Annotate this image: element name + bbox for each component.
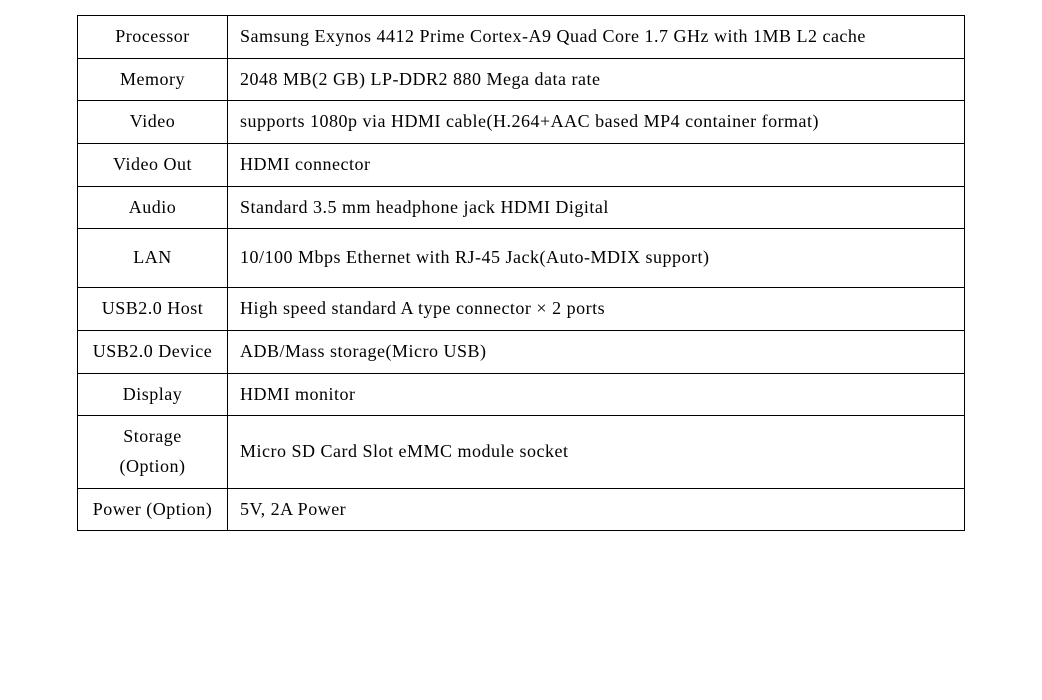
value-display: HDMI monitor (228, 373, 965, 416)
label-video-out-line2: Out (163, 154, 192, 174)
value-video: supports 1080p via HDMI cable(H.264+AAC … (228, 101, 965, 144)
row-usb-device: USB2.0 Device ADB/Mass storage(Micro USB… (78, 330, 965, 373)
label-usb-device: USB2.0 Device (78, 330, 228, 373)
row-power: Power (Option) 5V, 2A Power (78, 488, 965, 531)
label-video: Video (78, 101, 228, 144)
row-memory: Memory 2048 MB(2 GB) LP-DDR2 880 Mega da… (78, 58, 965, 101)
value-storage: Micro SD Card Slot eMMC module socket (228, 416, 965, 488)
value-audio: Standard 3.5 mm headphone jack HDMI Digi… (228, 186, 965, 229)
label-power: Power (Option) (78, 488, 228, 531)
label-power-line2: (Option) (146, 499, 212, 519)
label-memory: Memory (78, 58, 228, 101)
label-usb-device-line1: USB2.0 (93, 341, 154, 361)
label-display: Display (78, 373, 228, 416)
row-audio: Audio Standard 3.5 mm headphone jack HDM… (78, 186, 965, 229)
row-video: Video supports 1080p via HDMI cable(H.26… (78, 101, 965, 144)
row-lan: LAN 10/100 Mbps Ethernet with RJ-45 Jack… (78, 229, 965, 288)
value-usb-device: ADB/Mass storage(Micro USB) (228, 330, 965, 373)
label-storage: Storage (Option) (78, 416, 228, 488)
label-processor: Processor (78, 16, 228, 59)
label-usb-host: USB2.0 Host (78, 288, 228, 331)
spec-table: Processor Samsung Exynos 4412 Prime Cort… (77, 15, 965, 531)
value-usb-host: High speed standard A type connector × 2… (228, 288, 965, 331)
value-power: 5V, 2A Power (228, 488, 965, 531)
row-processor: Processor Samsung Exynos 4412 Prime Cort… (78, 16, 965, 59)
label-usb-host-line2: Host (167, 298, 203, 318)
label-video-out-line1: Video (113, 154, 158, 174)
label-audio: Audio (78, 186, 228, 229)
label-storage-line2: (Option) (120, 456, 186, 476)
value-lan: 10/100 Mbps Ethernet with RJ-45 Jack(Aut… (228, 229, 965, 288)
value-audio-line1: Standard 3.5 mm headphone jack (240, 197, 495, 217)
label-video-out: Video Out (78, 144, 228, 187)
label-power-line1: Power (93, 499, 142, 519)
row-usb-host: USB2.0 Host High speed standard A type c… (78, 288, 965, 331)
value-video-out: HDMI connector (228, 144, 965, 187)
row-display: Display HDMI monitor (78, 373, 965, 416)
value-audio-line2: HDMI Digital (500, 197, 609, 217)
label-usb-device-line2: Device (158, 341, 212, 361)
label-storage-line1: Storage (123, 426, 181, 446)
value-storage-line1: Micro SD Card Slot (240, 441, 394, 461)
value-processor: Samsung Exynos 4412 Prime Cortex-A9 Quad… (228, 16, 965, 59)
row-storage: Storage (Option) Micro SD Card Slot eMMC… (78, 416, 965, 488)
value-memory: 2048 MB(2 GB) LP-DDR2 880 Mega data rate (228, 58, 965, 101)
label-usb-host-line1: USB2.0 (102, 298, 163, 318)
row-video-out: Video Out HDMI connector (78, 144, 965, 187)
label-lan: LAN (78, 229, 228, 288)
value-storage-line2: eMMC module socket (399, 441, 569, 461)
